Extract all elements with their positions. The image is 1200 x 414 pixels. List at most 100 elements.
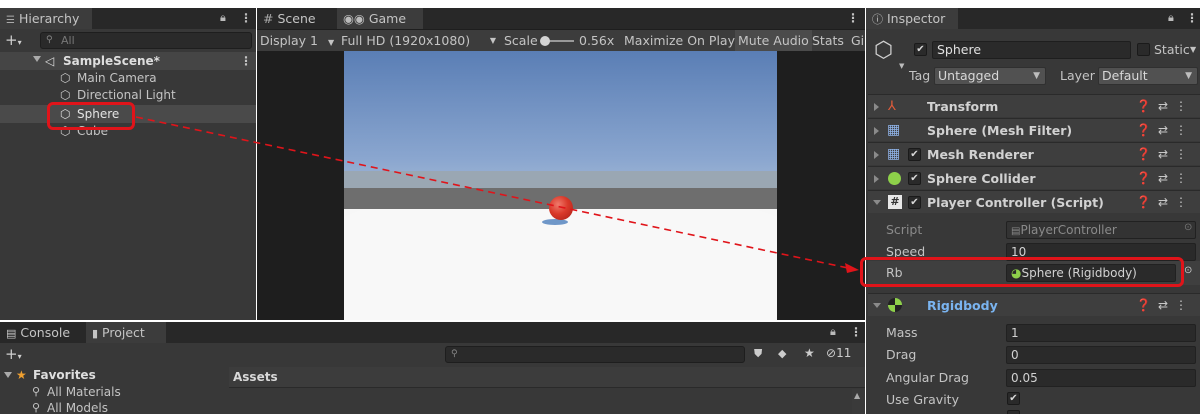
hierarchy-item-main-camera[interactable]: ⬡ Main Camera [0, 70, 256, 87]
search-icon: ⚲ [451, 349, 458, 359]
favorites-item[interactable]: All Materials [47, 384, 121, 400]
label-tag-icon[interactable]: ◆ [778, 347, 786, 360]
enabled-checkbox[interactable]: ✔ [908, 148, 921, 161]
game-view[interactable] [344, 51, 777, 320]
script-label: Script [886, 222, 923, 237]
component-transform[interactable]: ⅄ Transform ❓⇄⋮ [868, 94, 1200, 117]
component-actions-icons[interactable]: ❓⇄⋮ [1136, 143, 1194, 166]
gameobject-cube-icon: ⬡ [874, 38, 894, 63]
mesh-renderer-icon: ▦ [887, 146, 901, 162]
component-mesh-renderer[interactable]: ▦ ✔ Mesh Renderer ❓⇄⋮ [868, 142, 1200, 165]
layer-dropdown[interactable]: Default ▼ [1098, 67, 1198, 85]
component-rigidbody[interactable]: Rigidbody ❓⇄⋮ [868, 293, 1200, 316]
tab-scene[interactable]: # Scene [257, 8, 337, 29]
rigidbody-icon [888, 298, 902, 312]
tab-hierarchy[interactable]: ☰ Hierarchy [0, 8, 92, 29]
lock-icon[interactable]: 🔒︎ [220, 11, 226, 25]
chevron-down-icon[interactable]: ▼ [1190, 45, 1196, 54]
project-search-input[interactable]: ⚲ [445, 346, 745, 363]
component-actions-icons[interactable]: ❓⇄⋮ [1136, 294, 1194, 317]
favorites-section[interactable]: ★ Favorites ⚲ All Materials ⚲ All Models [0, 367, 228, 414]
scale-label: Scale [504, 33, 538, 48]
component-actions-icons[interactable]: ❓⇄⋮ [1136, 191, 1194, 214]
filter-type-icon[interactable]: ⛊ [754, 347, 762, 361]
mute-audio-button[interactable]: Mute Audio [735, 30, 812, 51]
active-checkbox[interactable]: ✔ [914, 43, 927, 56]
more-menu-icon[interactable]: ⋮ [1186, 11, 1198, 25]
scene-menu-icon[interactable]: ⋮ [240, 52, 252, 70]
sphere-collider-icon [888, 172, 901, 185]
maximize-on-play-button[interactable]: Maximize On Play [621, 30, 738, 51]
expand-arrow-icon [874, 151, 879, 159]
more-menu-icon[interactable]: ⋮ [850, 325, 862, 339]
component-player-controller[interactable]: # ✔ Player Controller (Script) ❓⇄⋮ [868, 190, 1200, 213]
scene-name: SampleScene* [63, 54, 160, 68]
layer-label: Layer [1060, 68, 1095, 83]
enabled-checkbox[interactable]: ✔ [908, 196, 921, 209]
unity-scene-icon: ◁ [45, 54, 55, 68]
gameobject-cube-icon: ⬡ [60, 71, 71, 85]
hierarchy-search-input[interactable]: ⚲ All [40, 32, 252, 49]
scale-slider[interactable] [540, 36, 574, 46]
hierarchy-panel: ☰ Hierarchy 🔒︎ ⋮ +▾ ⚲ All ◁ SampleScene*… [0, 8, 256, 320]
mesh-grid-icon: ▦ [887, 122, 901, 138]
component-actions-icons[interactable]: ❓⇄⋮ [1136, 119, 1194, 142]
expand-arrow-icon [874, 175, 879, 183]
angular-drag-field[interactable]: 0.05 [1006, 369, 1196, 387]
enabled-checkbox[interactable]: ✔ [908, 172, 921, 185]
gizmos-button[interactable]: Gi [851, 30, 864, 51]
display-dropdown[interactable]: Display 1 ▼ [260, 30, 334, 53]
target-icon[interactable]: ⊙ [1184, 265, 1192, 276]
scene-row[interactable]: ◁ SampleScene* ⋮ [0, 52, 256, 70]
folder-icon: ▮ [92, 327, 99, 340]
search-icon: ⚲ [32, 401, 41, 414]
more-menu-icon[interactable]: ⋮ [240, 11, 252, 25]
search-icon: ⚲ [46, 35, 53, 45]
static-label: Static [1154, 42, 1190, 57]
slider-handle[interactable] [540, 36, 550, 46]
hidden-packages-toggle[interactable]: ⊘11 [826, 346, 851, 360]
tag-dropdown[interactable]: Untagged ▼ [934, 67, 1046, 85]
tab-game[interactable]: ◉◉ Game [337, 8, 423, 29]
use-gravity-checkbox[interactable]: ✔ [1007, 392, 1020, 405]
tab-inspector[interactable]: ⓘ Inspector [866, 8, 958, 29]
tag-label: Tag [909, 68, 931, 83]
component-actions-icons[interactable]: ❓⇄⋮ [1136, 167, 1194, 190]
component-actions-icons[interactable]: ❓⇄⋮ [1136, 95, 1194, 118]
lock-icon[interactable]: 🔒︎ [830, 325, 836, 339]
component-sphere-collider[interactable]: ✔ Sphere Collider ❓⇄⋮ [868, 166, 1200, 189]
drag-field[interactable]: 0 [1006, 346, 1196, 364]
console-icon: ▤ [6, 327, 17, 340]
mass-field[interactable]: 1 [1006, 324, 1196, 342]
resolution-dropdown[interactable]: Full HD (1920x1080) ▼ [341, 30, 496, 51]
gamepad-icon: ◉◉ [343, 11, 365, 26]
expand-arrow-icon [873, 200, 881, 205]
chevron-down-icon: ▼ [489, 36, 496, 45]
search-icon: ⚲ [32, 385, 41, 398]
scroll-up-icon[interactable]: ▲ [854, 391, 860, 400]
add-button[interactable]: +▾ [5, 345, 22, 366]
is-kinematic-checkbox[interactable] [1007, 410, 1020, 414]
lock-icon[interactable]: 🔒︎ [1168, 11, 1174, 25]
chevron-down-icon: ▼ [328, 38, 335, 47]
scale-value: 0.56x [579, 33, 615, 48]
ground-perspective [344, 171, 777, 320]
add-button[interactable]: +▾ [5, 31, 22, 52]
tab-console[interactable]: ▤ Console [0, 322, 80, 343]
favorites-item[interactable]: All Models [47, 400, 108, 414]
tab-project[interactable]: ▮ Project [86, 322, 166, 343]
static-checkbox[interactable] [1137, 43, 1150, 56]
game-menu-icon[interactable]: ⋮ [847, 11, 859, 25]
object-name-field[interactable]: Sphere [932, 41, 1131, 59]
favorite-star-icon[interactable]: ★ [804, 346, 815, 360]
scrollbar[interactable]: ▲ [852, 389, 864, 414]
mass-label: Mass [886, 325, 918, 340]
target-icon[interactable]: ⊙ [1184, 222, 1192, 233]
rb-highlight-box [860, 257, 1184, 287]
favorites-label: Favorites [33, 368, 96, 382]
stats-button[interactable]: Stats [812, 30, 844, 51]
list-icon: ☰ [6, 15, 15, 26]
expand-arrow-icon [873, 303, 881, 308]
component-mesh-filter[interactable]: ▦ Sphere (Mesh Filter) ❓⇄⋮ [868, 118, 1200, 141]
red-sphere [549, 196, 573, 220]
